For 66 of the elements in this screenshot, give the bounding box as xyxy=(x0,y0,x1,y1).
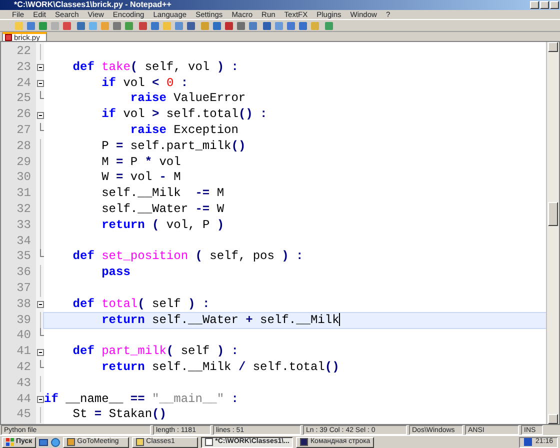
code-line: def total( self ) : xyxy=(72,296,210,311)
line-number: 43 xyxy=(16,376,32,392)
line-number: 39 xyxy=(16,312,32,328)
app-icon xyxy=(67,438,76,446)
scrollbar-thumb[interactable] xyxy=(548,202,558,226)
code-line: M = P * vol xyxy=(100,154,181,169)
code-line: raise ValueError xyxy=(129,91,246,106)
fold-toggle-icon[interactable] xyxy=(36,80,44,87)
code-line: def set_position ( self, pos ) : xyxy=(72,249,304,264)
scroll-down-button[interactable] xyxy=(548,414,558,424)
line-number: 31 xyxy=(16,186,32,202)
line-number: 27 xyxy=(16,122,32,139)
code-line: return self.__Milk / self.total() xyxy=(100,360,340,374)
text-cursor xyxy=(339,312,340,326)
line-number: 23 xyxy=(16,60,32,76)
line-number: 28 xyxy=(16,138,32,155)
browser-icon[interactable] xyxy=(51,438,60,446)
minimize-button[interactable] xyxy=(530,1,539,9)
line-number: 41 xyxy=(16,344,32,360)
fold-toggle-icon[interactable] xyxy=(36,64,44,72)
line-number: 24 xyxy=(16,76,32,92)
line-number: 32 xyxy=(16,202,32,218)
tray-icon[interactable] xyxy=(524,438,532,446)
windows-logo-icon xyxy=(6,438,14,446)
fold-toggle-icon[interactable] xyxy=(36,112,44,119)
line-number: 45 xyxy=(16,407,32,424)
vertical-scrollbar[interactable] xyxy=(546,42,559,424)
app-icon xyxy=(136,438,144,446)
code-line: pass xyxy=(100,265,130,280)
code-line: def part_milk( self ) : xyxy=(72,344,238,358)
window-title: *C:\WORK\Classes1\brick.py - Notepad++ xyxy=(14,0,172,10)
line-number: 29 xyxy=(16,154,32,170)
desktop-icon[interactable] xyxy=(39,438,48,446)
maximize-button[interactable] xyxy=(540,1,549,9)
code-line: self.__Water -= W xyxy=(100,202,224,216)
code-line: raise Exception xyxy=(129,122,238,137)
code-line: St = Stakan() xyxy=(72,407,166,422)
line-number: 42 xyxy=(16,360,32,376)
line-number: 34 xyxy=(16,234,32,250)
line-number: 33 xyxy=(16,218,32,234)
line-number: 38 xyxy=(16,296,32,313)
code-line: P = self.part_milk() xyxy=(100,138,246,153)
close-button[interactable] xyxy=(550,1,559,9)
line-number: 35 xyxy=(16,249,32,266)
line-number: 37 xyxy=(16,280,32,297)
line-number: 22 xyxy=(16,44,32,60)
fold-toggle-icon[interactable] xyxy=(36,301,44,308)
code-line: if vol < 0 : xyxy=(100,76,188,90)
line-number: 25 xyxy=(16,91,32,108)
line-number: 26 xyxy=(16,107,32,123)
code-line: W = vol - M xyxy=(100,170,181,184)
line-number: 36 xyxy=(16,265,32,281)
line-number: 40 xyxy=(16,328,32,344)
line-number: 44 xyxy=(16,392,32,408)
file-icon xyxy=(5,34,12,41)
app-icon xyxy=(300,438,308,446)
code-line: self.__Milk -= M xyxy=(100,186,224,200)
code-line: if vol > self.total() : xyxy=(100,107,268,122)
code-line: if __name__ == "__main__" : xyxy=(44,392,238,406)
fold-toggle-icon[interactable] xyxy=(36,396,44,403)
code-line: return self.__Water + self.__Milk xyxy=(100,312,340,327)
code-line: return ( vol, P ) xyxy=(100,218,224,232)
line-number: 30 xyxy=(16,170,32,186)
code-line: def take( self, vol ) : xyxy=(72,60,238,74)
scroll-up-button[interactable] xyxy=(548,42,558,52)
fold-toggle-icon[interactable] xyxy=(36,348,44,356)
